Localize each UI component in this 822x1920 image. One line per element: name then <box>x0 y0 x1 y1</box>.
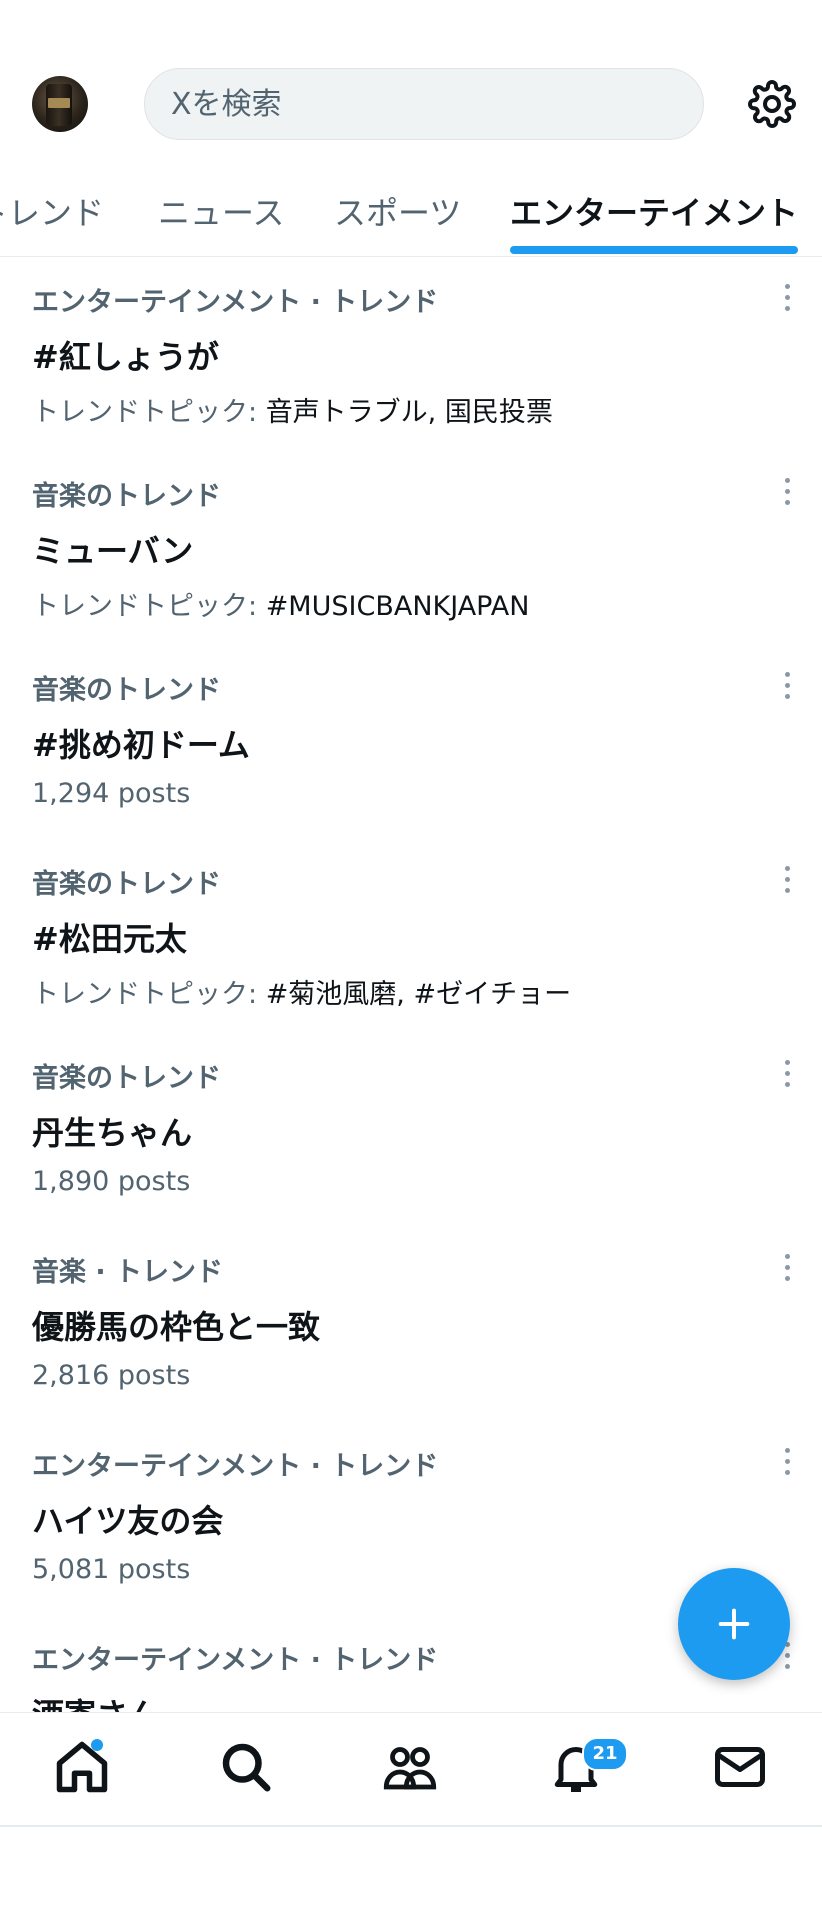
top-bar <box>0 0 822 160</box>
trend-name: 優勝馬の枠色と一致 <box>32 1308 321 1346</box>
bottom-nav: 21 <box>0 1712 822 1827</box>
trend-category: エンターテインメント · トレンド <box>32 1645 439 1676</box>
trend-item[interactable]: 音楽のトレンド #挑め初ドーム 1,294 posts <box>0 644 822 838</box>
more-vertical-icon[interactable] <box>782 866 792 896</box>
more-vertical-icon[interactable] <box>782 478 792 508</box>
trend-category: 音楽のトレンド <box>32 869 221 900</box>
gear-icon[interactable] <box>748 80 796 128</box>
mail-icon[interactable] <box>710 1737 770 1797</box>
trend-name: #松田元太 <box>32 920 187 958</box>
trend-meta-prefix: トレンドトピック: <box>32 397 266 428</box>
plus-icon <box>718 1608 750 1640</box>
notification-badge: 21 <box>582 1737 628 1771</box>
trend-category: 音楽のトレンド <box>32 1063 221 1094</box>
search-bar[interactable] <box>144 68 704 140</box>
trend-name: ミューバン <box>32 532 194 570</box>
trend-post-count: 1,890 posts <box>32 1166 191 1197</box>
trend-meta: トレンドトピック: 音声トラブル, 国民投票 <box>32 390 553 429</box>
trend-post-count: 5,081 posts <box>32 1554 191 1585</box>
trend-post-count: 1,294 posts <box>32 778 191 809</box>
trend-item[interactable]: 音楽 · トレンド 優勝馬の枠色と一致 2,816 posts <box>0 1226 822 1420</box>
more-vertical-icon[interactable] <box>782 1254 792 1284</box>
trend-item[interactable]: エンターテインメント · トレンド #紅しょうが トレンドトピック: 音声トラブ… <box>0 256 822 450</box>
tab-sports[interactable]: スポーツ <box>334 188 461 234</box>
trend-name: #紅しょうが <box>32 338 219 376</box>
trend-list: エンターテインメント · トレンド #紅しょうが トレンドトピック: 音声トラブ… <box>0 256 822 1712</box>
trend-topics[interactable]: #菊池風磨, #ゼイチョー <box>266 979 571 1010</box>
active-tab-indicator <box>510 246 798 254</box>
trend-name: ハイツ友の会 <box>32 1502 224 1540</box>
more-vertical-icon[interactable] <box>782 284 792 314</box>
home-icon[interactable] <box>52 1737 112 1797</box>
trend-meta: トレンドトピック: #菊池風磨, #ゼイチョー <box>32 972 571 1011</box>
trend-name: 丹生ちゃん <box>32 1114 193 1152</box>
trend-topics[interactable]: 音声トラブル, 国民投票 <box>266 397 553 428</box>
trend-category: エンターテインメント · トレンド <box>32 287 439 318</box>
trend-category: エンターテインメント · トレンド <box>32 1451 439 1482</box>
explore-tabs: トレンド ニュース スポーツ エンターテイメント <box>0 180 822 257</box>
trend-meta-prefix: トレンドトピック: <box>32 979 266 1010</box>
trend-item[interactable]: 音楽のトレンド ミューバン トレンドトピック: #MUSICBANKJAPAN <box>0 450 822 644</box>
trend-category: 音楽のトレンド <box>32 675 221 706</box>
trend-meta-prefix: トレンドトピック: <box>32 591 266 622</box>
trend-name: 酒寄さん <box>32 1690 160 1712</box>
more-vertical-icon[interactable] <box>782 672 792 702</box>
communities-icon[interactable] <box>380 1737 440 1797</box>
tab-entertainment[interactable]: エンターテイメント <box>510 188 798 234</box>
trend-meta: トレンドトピック: #MUSICBANKJAPAN <box>32 584 529 623</box>
trend-category: 音楽のトレンド <box>32 481 221 512</box>
more-vertical-icon[interactable] <box>782 1060 792 1090</box>
avatar-can-label <box>48 98 70 108</box>
compose-button[interactable] <box>678 1568 790 1680</box>
trend-item[interactable]: 音楽のトレンド #松田元太 トレンドトピック: #菊池風磨, #ゼイチョー <box>0 838 822 1032</box>
home-unread-dot <box>91 1739 103 1751</box>
trend-topics[interactable]: #MUSICBANKJAPAN <box>266 591 530 622</box>
search-input[interactable] <box>169 85 703 123</box>
tab-trending[interactable]: トレンド <box>0 188 104 242</box>
tab-trending-label: トレンド <box>0 194 104 232</box>
trend-category: 音楽 · トレンド <box>32 1257 224 1288</box>
tab-news[interactable]: ニュース <box>158 188 284 234</box>
trend-item[interactable]: 音楽のトレンド 丹生ちゃん 1,890 posts <box>0 1032 822 1226</box>
trend-post-count: 2,816 posts <box>32 1360 191 1391</box>
trend-name: #挑め初ドーム <box>32 726 250 764</box>
more-vertical-icon[interactable] <box>782 1448 792 1478</box>
avatar[interactable] <box>32 76 88 132</box>
search-icon[interactable] <box>216 1737 276 1797</box>
